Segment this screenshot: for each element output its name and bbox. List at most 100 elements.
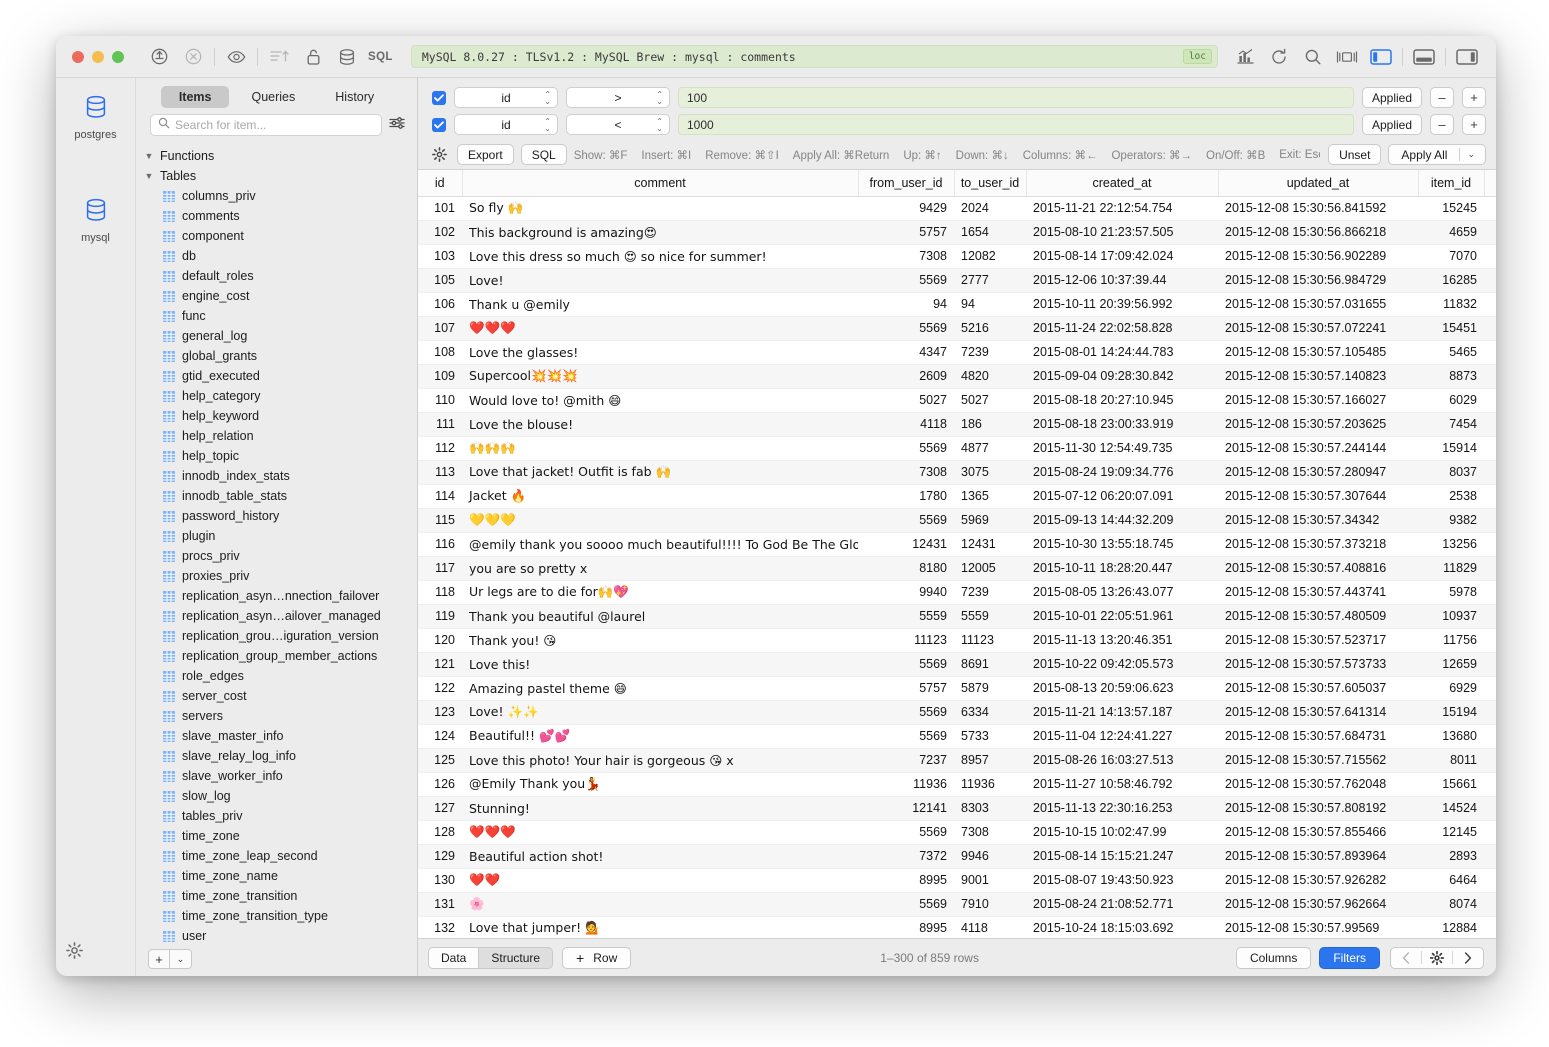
cell-id[interactable]: 115: [418, 508, 462, 532]
cell-comment[interactable]: Amazing pastel theme 😄: [462, 676, 858, 700]
chevron-down-icon[interactable]: ▼: [144, 171, 154, 181]
cell-from_user_id[interactable]: 5569: [858, 892, 954, 916]
cell-comment[interactable]: you are so pretty x: [462, 556, 858, 580]
close-window-button[interactable]: [72, 51, 84, 63]
column-header-from-user-id[interactable]: from_user_id: [858, 170, 954, 196]
table-row[interactable]: 110Would love to! @mith 😄502750272015-08…: [418, 388, 1496, 412]
cell-is_[interactable]: [1484, 604, 1496, 628]
table-row[interactable]: 117you are so pretty x8180120052015-10-1…: [418, 556, 1496, 580]
cell-item_id[interactable]: 13680: [1418, 724, 1484, 748]
cell-is_[interactable]: [1484, 364, 1496, 388]
sidebar-item-general_log[interactable]: general_log: [136, 326, 417, 346]
cell-created_at[interactable]: 2015-08-26 16:03:27.513: [1026, 748, 1218, 772]
table-row[interactable]: 129Beautiful action shot!737299462015-08…: [418, 844, 1496, 868]
inspector-toggle-icon[interactable]: [1330, 43, 1364, 71]
cell-to_user_id[interactable]: 12005: [954, 556, 1026, 580]
cell-item_id[interactable]: 6029: [1418, 388, 1484, 412]
cell-item_id[interactable]: 8037: [1418, 460, 1484, 484]
table-row[interactable]: 116@emily thank you soooo much beautiful…: [418, 532, 1496, 556]
cell-updated_at[interactable]: 2015-12-08 15:30:57.573733: [1218, 652, 1418, 676]
cell-from_user_id[interactable]: 5569: [858, 268, 954, 292]
cell-comment[interactable]: 🙌🙌🙌: [462, 436, 858, 460]
cell-to_user_id[interactable]: 5216: [954, 316, 1026, 340]
cell-id[interactable]: 103: [418, 244, 462, 268]
cell-is_[interactable]: [1484, 628, 1496, 652]
cell-comment[interactable]: ❤️❤️❤️: [462, 820, 858, 844]
cell-id[interactable]: 119: [418, 604, 462, 628]
sidebar-item-replication_group_member_actions[interactable]: replication_group_member_actions: [136, 646, 417, 666]
cell-is_[interactable]: [1484, 532, 1496, 556]
gear-icon[interactable]: [66, 942, 83, 964]
cell-from_user_id[interactable]: 5569: [858, 700, 954, 724]
cell-updated_at[interactable]: 2015-12-08 15:30:57.480509: [1218, 604, 1418, 628]
eye-icon[interactable]: [219, 43, 253, 71]
cell-to_user_id[interactable]: 4118: [954, 916, 1026, 938]
cell-from_user_id[interactable]: 5757: [858, 676, 954, 700]
cell-updated_at[interactable]: 2015-12-08 15:30:57.373218: [1218, 532, 1418, 556]
cell-item_id[interactable]: 8074: [1418, 892, 1484, 916]
cell-to_user_id[interactable]: 7239: [954, 340, 1026, 364]
cell-id[interactable]: 126: [418, 772, 462, 796]
results-table-container[interactable]: id comment from_user_id to_user_id creat…: [418, 170, 1496, 938]
search-icon[interactable]: [1296, 43, 1330, 71]
cell-created_at[interactable]: 2015-08-07 19:43:50.923: [1026, 868, 1218, 892]
sidebar-item-time_zone[interactable]: time_zone: [136, 826, 417, 846]
cell-is_[interactable]: [1484, 316, 1496, 340]
cell-item_id[interactable]: 11832: [1418, 292, 1484, 316]
cell-comment[interactable]: Love!: [462, 268, 858, 292]
cell-created_at[interactable]: 2015-10-15 10:02:47.99: [1026, 820, 1218, 844]
sidebar-item-replication_asynnnection_failover[interactable]: replication_asyn…nnection_failover: [136, 586, 417, 606]
cell-id[interactable]: 116: [418, 532, 462, 556]
sidebar-item-slave_relay_log_info[interactable]: slave_relay_log_info: [136, 746, 417, 766]
cell-from_user_id[interactable]: 94: [858, 292, 954, 316]
filter-operator-select[interactable]: <⌃⌄: [566, 114, 670, 135]
sidebar-item-time_zone_name[interactable]: time_zone_name: [136, 866, 417, 886]
sidebar-item-time_zone_transition[interactable]: time_zone_transition: [136, 886, 417, 906]
cell-updated_at[interactable]: 2015-12-08 15:30:57.072241: [1218, 316, 1418, 340]
table-row[interactable]: 121Love this!556986912015-10-22 09:42:05…: [418, 652, 1496, 676]
cell-from_user_id[interactable]: 7237: [858, 748, 954, 772]
cell-item_id[interactable]: 7070: [1418, 244, 1484, 268]
cell-created_at[interactable]: 2015-08-05 13:26:43.077: [1026, 580, 1218, 604]
cell-to_user_id[interactable]: 8303: [954, 796, 1026, 820]
cell-created_at[interactable]: 2015-11-24 22:02:58.828: [1026, 316, 1218, 340]
sidebar-item-password_history[interactable]: password_history: [136, 506, 417, 526]
cell-to_user_id[interactable]: 9001: [954, 868, 1026, 892]
cell-updated_at[interactable]: 2015-12-08 15:30:57.715562: [1218, 748, 1418, 772]
cell-to_user_id[interactable]: 4820: [954, 364, 1026, 388]
cell-created_at[interactable]: 2015-07-12 06:20:07.091: [1026, 484, 1218, 508]
sidebar-item-help_relation[interactable]: help_relation: [136, 426, 417, 446]
cell-comment[interactable]: @emily thank you soooo much beautiful!!!…: [462, 532, 858, 556]
cell-item_id[interactable]: 12884: [1418, 916, 1484, 938]
cell-is_[interactable]: [1484, 796, 1496, 820]
column-header-to-user-id[interactable]: to_user_id: [954, 170, 1026, 196]
sidebar-item-default_roles[interactable]: default_roles: [136, 266, 417, 286]
sidebar-item-time_zone_leap_second[interactable]: time_zone_leap_second: [136, 846, 417, 866]
cell-id[interactable]: 120: [418, 628, 462, 652]
cell-updated_at[interactable]: 2015-12-08 15:30:57.105485: [1218, 340, 1418, 364]
cell-updated_at[interactable]: 2015-12-08 15:30:57.99569: [1218, 916, 1418, 938]
sidebar-item-replication_asynailover_managed[interactable]: replication_asyn…ailover_managed: [136, 606, 417, 626]
cell-to_user_id[interactable]: 5559: [954, 604, 1026, 628]
cell-updated_at[interactable]: 2015-12-08 15:30:57.808192: [1218, 796, 1418, 820]
cell-is_[interactable]: [1484, 748, 1496, 772]
table-row[interactable]: 114Jacket 🔥178013652015-07-12 06:20:07.0…: [418, 484, 1496, 508]
cell-comment[interactable]: Love this photo! Your hair is gorgeous 😘…: [462, 748, 858, 772]
cell-item_id[interactable]: 5465: [1418, 340, 1484, 364]
connect-icon[interactable]: [142, 43, 176, 71]
cell-is_[interactable]: [1484, 700, 1496, 724]
cell-is_[interactable]: [1484, 244, 1496, 268]
cell-comment[interactable]: 🌸: [462, 892, 858, 916]
cell-from_user_id[interactable]: 4118: [858, 412, 954, 436]
remove-filter-button[interactable]: –: [1430, 114, 1454, 135]
cell-from_user_id[interactable]: 7308: [858, 460, 954, 484]
sidebar-item-help_topic[interactable]: help_topic: [136, 446, 417, 466]
cell-item_id[interactable]: 15661: [1418, 772, 1484, 796]
table-row[interactable]: 105Love!556927772015-12-06 10:37:39.4420…: [418, 268, 1496, 292]
cell-item_id[interactable]: 13256: [1418, 532, 1484, 556]
sidebar-item-slow_log[interactable]: slow_log: [136, 786, 417, 806]
export-button[interactable]: Export: [457, 144, 514, 165]
add-row-button[interactable]: + Row: [562, 947, 631, 969]
cell-to_user_id[interactable]: 1654: [954, 220, 1026, 244]
cell-to_user_id[interactable]: 3075: [954, 460, 1026, 484]
